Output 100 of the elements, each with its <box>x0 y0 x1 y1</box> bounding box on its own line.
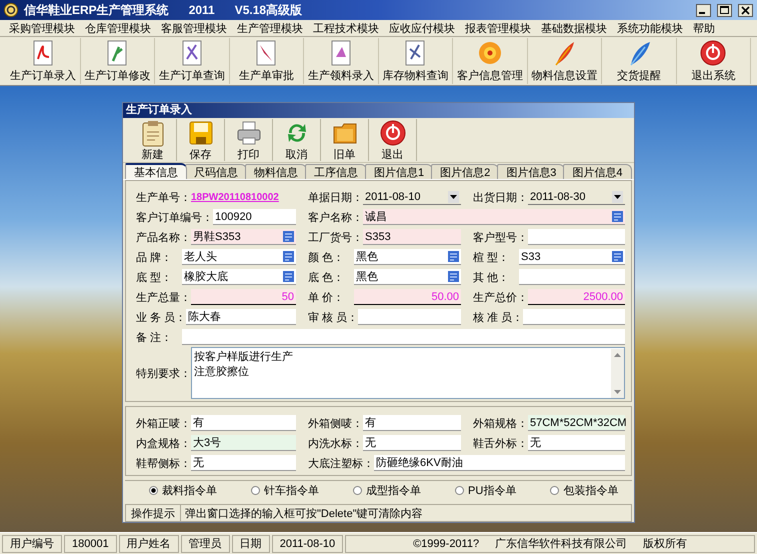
date-field[interactable]: 2011-08-10 <box>363 189 461 205</box>
tab[interactable]: 尺码信息 <box>185 164 247 179</box>
menu-item[interactable]: 应收应付模块 <box>384 20 460 36</box>
field-label: 审 核 员： <box>308 310 358 324</box>
input-field[interactable]: 防砸绝缘6KV耐油 <box>374 455 625 471</box>
tab[interactable]: 工序信息 <box>305 164 367 179</box>
input-field[interactable] <box>523 309 625 325</box>
field-label: 业 务 员： <box>136 310 186 324</box>
field-label: 生产总量： <box>136 290 191 304</box>
window-title: 信华鞋业ERP生产管理系统 <box>24 2 169 18</box>
input-field[interactable] <box>182 329 625 345</box>
radio-button[interactable] <box>149 486 158 496</box>
lookup-button-icon <box>283 251 294 262</box>
copyright-text: 广东信华软件科技有限公司 <box>495 536 628 551</box>
status-cell: 管理员 <box>180 534 230 552</box>
field-label: 客户订单编号： <box>136 210 213 224</box>
field-label: 内洗水标： <box>308 436 363 450</box>
version-label: V5.18高级版 <box>234 2 302 18</box>
input-field[interactable] <box>519 269 625 285</box>
field-label: 外箱规格： <box>473 416 528 430</box>
input-field[interactable]: 100920 <box>213 209 296 225</box>
radio-button[interactable] <box>251 486 260 496</box>
radio-button[interactable] <box>455 486 464 496</box>
lookup-field[interactable]: 橡胶大底 <box>182 269 296 285</box>
printer-icon <box>234 118 262 146</box>
minimize-button[interactable] <box>696 4 711 16</box>
menu-item[interactable]: 报表管理模块 <box>460 20 536 36</box>
radio-option[interactable]: PU指令单 <box>455 483 516 498</box>
field-label: 工厂货号： <box>308 230 363 244</box>
lookup-button-icon <box>448 271 459 282</box>
tab[interactable]: 图片信息2 <box>431 164 500 179</box>
dropdown-arrow-icon <box>614 194 621 198</box>
field-label: 核 准 员： <box>473 310 524 324</box>
tab[interactable]: 物料信息 <box>245 164 307 179</box>
radio-button[interactable] <box>353 486 362 496</box>
input-field[interactable]: 有 <box>363 415 461 431</box>
field-label: 特别要求： <box>136 366 191 380</box>
field-label: 鞋舌外标： <box>473 436 528 450</box>
lookup-button-icon <box>448 251 459 262</box>
field-label: 品 牌： <box>136 250 174 264</box>
lookup-field[interactable]: 男鞋S353 <box>191 229 296 245</box>
radio-button[interactable] <box>550 486 560 496</box>
tab[interactable]: 图片信息1 <box>365 164 434 179</box>
tab[interactable]: 图片信息4 <box>563 164 632 179</box>
field-label: 备 注： <box>136 330 174 344</box>
radio-option[interactable]: 针车指令单 <box>251 483 319 498</box>
status-cell: 用户姓名 <box>118 534 179 552</box>
lookup-field[interactable]: 黑色 <box>354 249 461 265</box>
lookup-field[interactable]: 老人头 <box>182 249 296 265</box>
hint-text: 弹出窗口选择的输入框可按"Delete"键可清除内容 <box>184 506 423 521</box>
tab[interactable]: 基本信息 <box>125 163 187 179</box>
status-cell: 用户编号 <box>2 534 62 552</box>
scroll-up-icon <box>614 353 621 357</box>
date-field[interactable]: 2011-08-30 <box>528 189 625 205</box>
menu-item[interactable]: 采购管理模块 <box>4 20 80 36</box>
status-cell: 180001 <box>64 534 117 552</box>
field-label: 客户名称： <box>308 210 363 224</box>
copyright-text: ©1999-2011? <box>413 538 480 550</box>
lookup-button-icon <box>612 211 623 222</box>
radio-option[interactable]: 成型指令单 <box>353 483 421 498</box>
power-icon <box>699 39 728 67</box>
menu-item[interactable]: 工程技术模块 <box>308 20 384 36</box>
radio-option[interactable]: 裁料指令单 <box>149 483 217 498</box>
input-field[interactable] <box>528 229 625 245</box>
lookup-field[interactable]: 诚昌 <box>363 209 625 225</box>
maximize-button[interactable] <box>717 4 732 16</box>
field-label: 产品名称： <box>136 230 191 244</box>
field-label: 底 型： <box>136 270 174 284</box>
menu-item[interactable]: 生产管理模块 <box>232 20 308 36</box>
menu-item[interactable]: 系统功能模块 <box>612 20 688 36</box>
app-logo-icon <box>4 3 18 17</box>
lookup-field[interactable]: 黑色 <box>354 269 461 285</box>
input-field[interactable]: 陈大春 <box>186 309 296 325</box>
input-field[interactable]: 无 <box>191 455 296 471</box>
dropdown-arrow-icon <box>450 194 457 198</box>
memo-field[interactable]: 按客户样版进行生产 注意胶擦位 <box>191 347 625 399</box>
input-field[interactable]: 有 <box>191 415 296 431</box>
input-field[interactable]: 大3号 <box>191 435 296 451</box>
menu-item[interactable]: 帮助 <box>688 20 720 36</box>
close-button[interactable] <box>738 4 753 16</box>
input-field[interactable]: S353 <box>363 229 461 245</box>
lookup-field[interactable]: S33 <box>519 249 625 265</box>
scrollbar[interactable] <box>611 349 624 398</box>
menu-item[interactable]: 仓库管理模块 <box>80 20 156 36</box>
menu-item[interactable]: 客服管理模块 <box>156 20 232 36</box>
field-label: 客户型号： <box>473 230 528 244</box>
field-label: 外箱侧唛： <box>308 416 363 430</box>
input-field[interactable]: 无 <box>363 435 461 451</box>
field-label: 其 他： <box>473 270 510 284</box>
field-label: 生产单号： <box>136 190 191 204</box>
menu-item[interactable]: 基础数据模块 <box>536 20 612 36</box>
input-field[interactable]: 57CM*52CM*32CM <box>528 415 625 431</box>
power-icon <box>378 118 406 146</box>
input-field[interactable] <box>358 309 461 325</box>
field-label: 底 色： <box>308 270 346 284</box>
field-label: 鞋帮侧标： <box>136 456 191 470</box>
input-field[interactable]: 无 <box>528 435 625 451</box>
copyright-text: 版权所有 <box>643 537 688 551</box>
tab[interactable]: 图片信息3 <box>497 164 566 179</box>
radio-option[interactable]: 包装指令单 <box>550 483 618 498</box>
